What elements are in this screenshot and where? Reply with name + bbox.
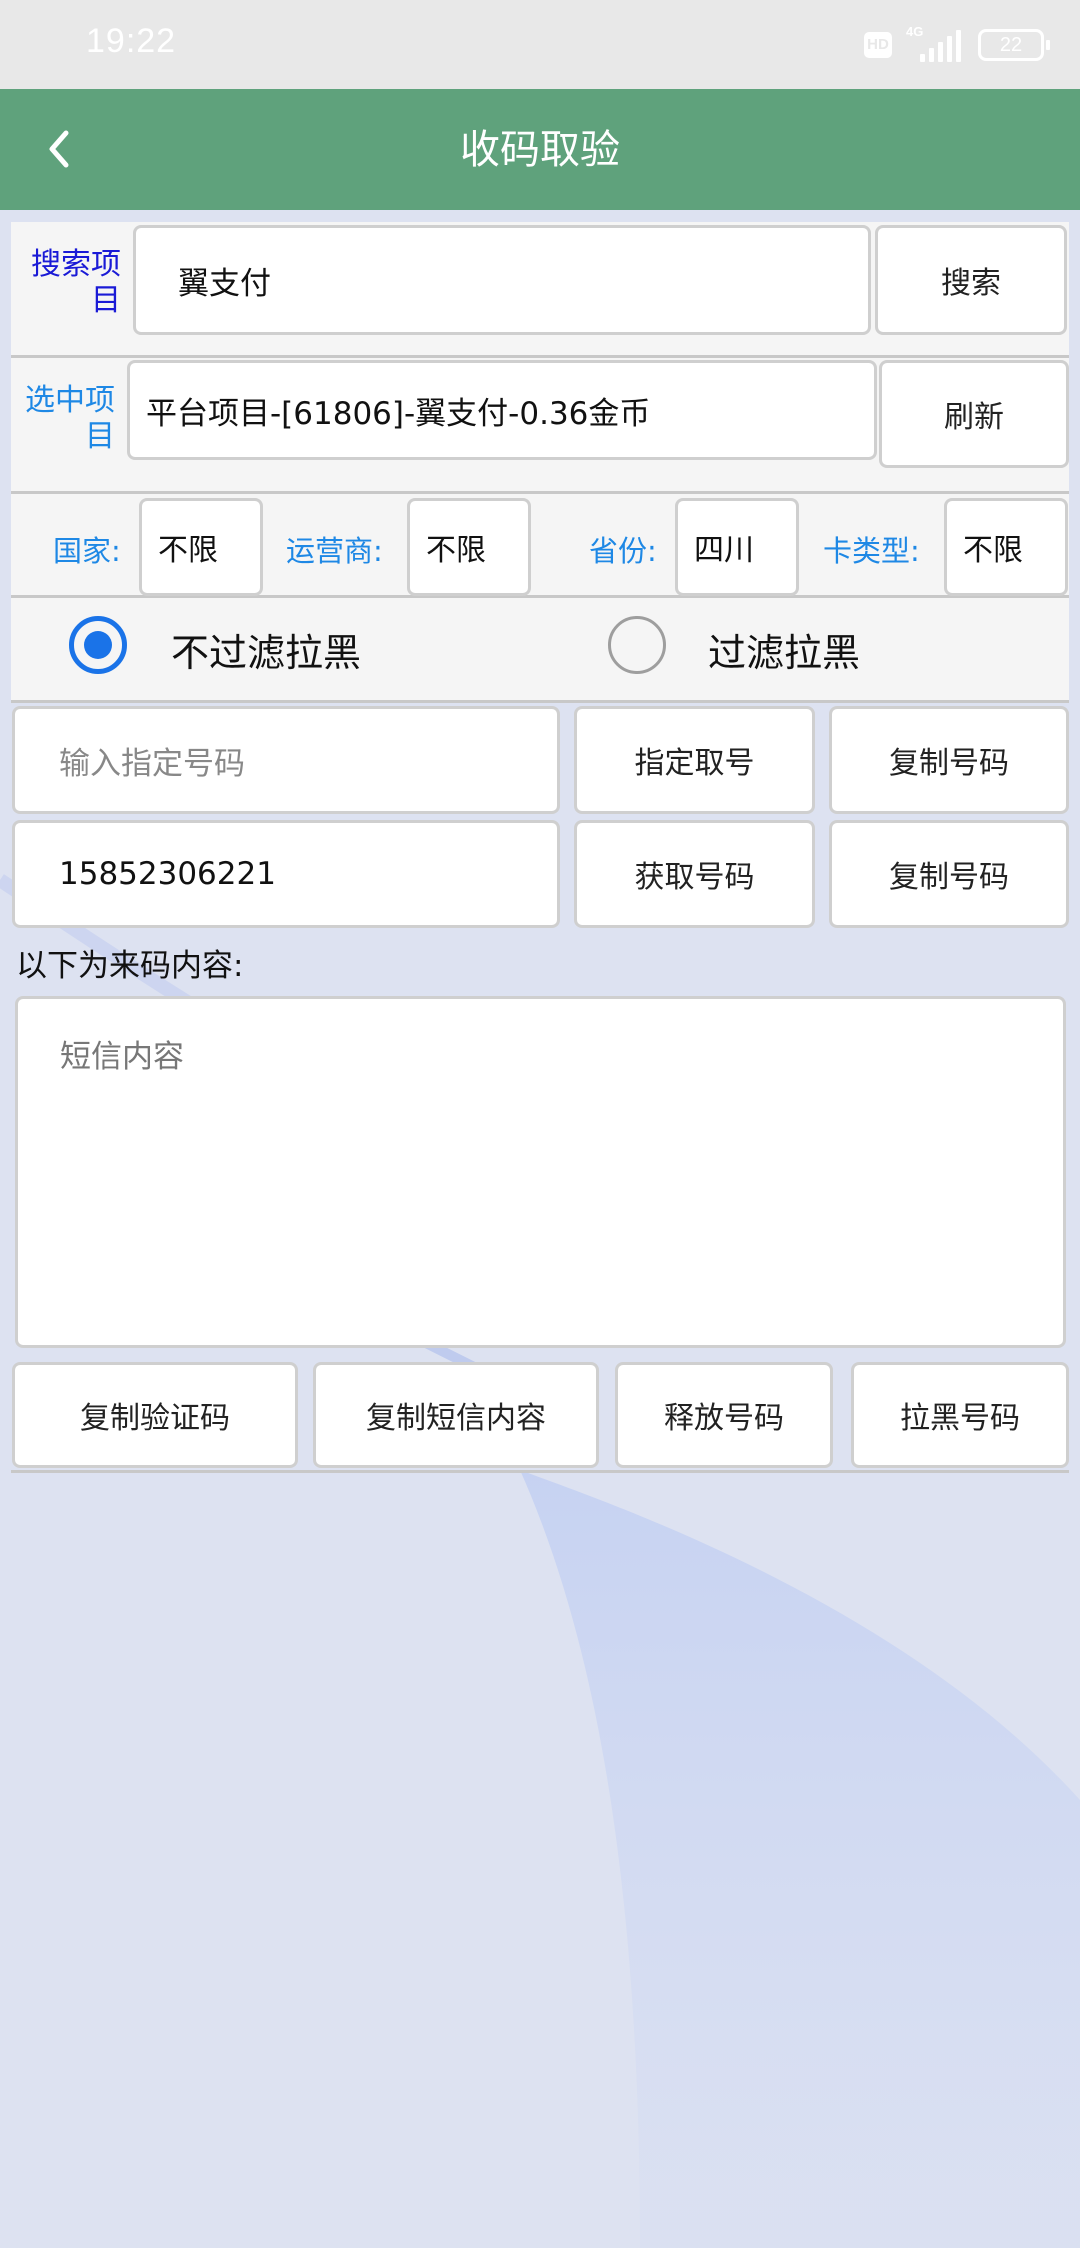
selected-project-row: 选中项目 平台项目-[61806]-翼支付-0.36金币 刷新 bbox=[11, 358, 1069, 494]
province-select[interactable]: 四川 bbox=[675, 498, 799, 596]
card-type-select[interactable]: 不限 bbox=[944, 498, 1068, 596]
app-bar: 收码取验 bbox=[0, 89, 1080, 210]
release-number-button[interactable]: 释放号码 bbox=[615, 1362, 833, 1468]
phone-number-field[interactable]: 15852306221 bbox=[12, 820, 560, 928]
status-time: 19:22 bbox=[86, 22, 177, 60]
status-bar: 19:22 HD 4G 22 bbox=[0, 0, 1080, 89]
copy-verification-code-button[interactable]: 复制验证码 bbox=[12, 1362, 298, 1468]
country-select[interactable]: 不限 bbox=[139, 498, 263, 596]
specify-number-button[interactable]: 指定取号 bbox=[574, 706, 815, 814]
search-input[interactable]: 翼支付 bbox=[133, 225, 871, 335]
copy-sms-content-button[interactable]: 复制短信内容 bbox=[313, 1362, 599, 1468]
specified-number-row: 输入指定号码 指定取号 复制号码 bbox=[11, 706, 1069, 814]
sms-placeholder: 短信内容 bbox=[60, 1039, 184, 1075]
page-title: 收码取验 bbox=[460, 127, 620, 173]
search-button[interactable]: 搜索 bbox=[875, 225, 1067, 335]
country-label: 国家: bbox=[53, 534, 121, 568]
filters-row: 国家: 不限 运营商: 不限 省份: 四川 卡类型: 不限 bbox=[11, 494, 1069, 598]
cellular-signal-icon: 4G bbox=[906, 24, 964, 62]
selected-project-label: 选中项目 bbox=[25, 383, 115, 454]
search-row: 搜索项目 翼支付 搜索 bbox=[11, 222, 1069, 358]
battery-icon: 22 bbox=[978, 29, 1050, 61]
copy-number-button-1[interactable]: 复制号码 bbox=[829, 706, 1069, 814]
carrier-label: 运营商: bbox=[286, 534, 383, 568]
specified-number-input[interactable]: 输入指定号码 bbox=[12, 706, 560, 814]
hd-voice-icon: HD bbox=[864, 32, 892, 58]
get-number-button[interactable]: 获取号码 bbox=[574, 820, 815, 928]
card-type-label: 卡类型: bbox=[823, 534, 920, 568]
refresh-button[interactable]: 刷新 bbox=[879, 360, 1069, 468]
bottom-actions: 复制验证码 复制短信内容 释放号码 拉黑号码 bbox=[11, 1362, 1069, 1473]
search-project-label: 搜索项目 bbox=[31, 247, 121, 318]
sms-section-label: 以下为来码内容: bbox=[16, 948, 244, 984]
blacklist-filter-row: 不过滤拉黑 过滤拉黑 bbox=[11, 598, 1069, 703]
filter-blacklist-label[interactable]: 过滤拉黑 bbox=[708, 622, 860, 677]
blacklist-number-button[interactable]: 拉黑号码 bbox=[851, 1362, 1069, 1468]
obtained-number-row: 15852306221 获取号码 复制号码 bbox=[11, 820, 1069, 928]
selected-project-field[interactable]: 平台项目-[61806]-翼支付-0.36金币 bbox=[127, 360, 877, 460]
status-icons: HD 4G 22 bbox=[864, 24, 1050, 62]
copy-number-button-2[interactable]: 复制号码 bbox=[829, 820, 1069, 928]
filter-blacklist-radio[interactable] bbox=[608, 616, 666, 674]
sms-content-textarea[interactable]: 短信内容 bbox=[15, 996, 1066, 1348]
no-filter-blacklist-label[interactable]: 不过滤拉黑 bbox=[171, 622, 361, 677]
province-label: 省份: bbox=[589, 534, 657, 568]
carrier-select[interactable]: 不限 bbox=[407, 498, 531, 596]
no-filter-blacklist-radio[interactable] bbox=[69, 616, 127, 674]
